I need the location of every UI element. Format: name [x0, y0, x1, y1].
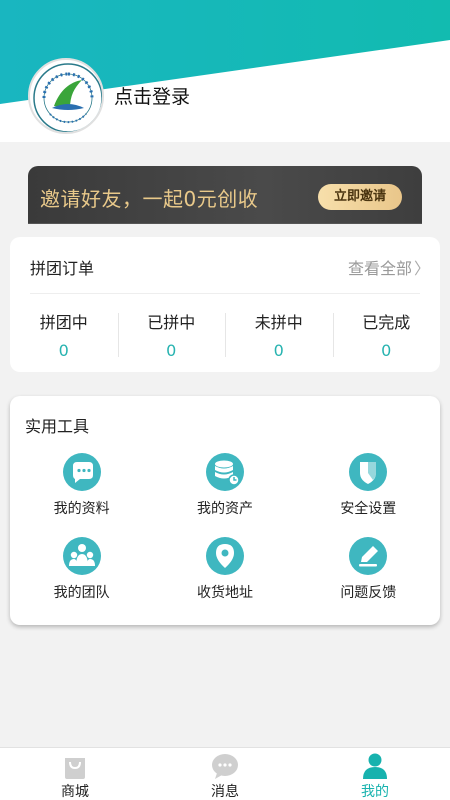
stat-count: 0: [381, 341, 392, 360]
stat-label: 拼团中: [39, 313, 88, 332]
view-all-label: 查看全部: [347, 259, 412, 278]
stat-won[interactable]: 已拼中 0: [117, 309, 226, 361]
tool-security-settings[interactable]: 安全设置: [297, 452, 440, 524]
tool-label: 我的资料: [53, 501, 110, 517]
chat-bubble-icon: [62, 453, 101, 491]
shield-icon: [349, 453, 388, 491]
database-icon: [205, 453, 244, 491]
orders-title: 拼团订单: [30, 259, 95, 278]
tool-shipping-address[interactable]: 收货地址: [153, 536, 296, 608]
tool-label: 我的资产: [196, 501, 253, 517]
tab-messages[interactable]: 消息: [150, 748, 300, 800]
shopping-bag-icon: [65, 758, 85, 779]
location-pin-icon: [205, 537, 244, 575]
invite-slogan: 邀请好友，一起0元创收: [40, 187, 259, 211]
tool-my-profile[interactable]: 我的资料: [10, 452, 153, 524]
stat-not-won[interactable]: 未拼中 0: [225, 309, 333, 361]
invite-banner[interactable]: 邀请好友，一起0元创收 立即邀请: [28, 166, 422, 224]
chevron-right-icon: 〉: [413, 259, 430, 278]
tool-my-team[interactable]: 我的团队: [10, 536, 153, 608]
stat-count: 0: [58, 341, 69, 360]
tab-mall[interactable]: 商城: [0, 748, 150, 800]
stat-label: 未拼中: [254, 313, 303, 332]
stat-label: 已拼中: [147, 313, 196, 332]
stat-count: 0: [166, 341, 177, 360]
tool-label: 收货地址: [196, 585, 253, 601]
user-icon: [363, 753, 387, 779]
view-all-link[interactable]: 查看全部〉: [348, 255, 430, 279]
stat-count: 0: [273, 341, 284, 360]
tab-label: 我的: [361, 784, 389, 800]
tab-label: 商城: [61, 784, 89, 800]
tools-grid: 我的资料 我的资产 安全设置 我的团队 收货地址 问题反馈: [10, 452, 440, 608]
stat-label: 已完成: [362, 313, 411, 332]
stat-grouping[interactable]: 拼团中 0: [10, 309, 118, 361]
team-icon: [62, 537, 101, 575]
message-icon: [212, 754, 238, 779]
tool-label: 安全设置: [340, 501, 397, 517]
bottom-tab-bar: 商城 消息 我的: [0, 747, 450, 800]
tool-my-assets[interactable]: 我的资产: [153, 452, 296, 524]
stat-completed[interactable]: 已完成 0: [332, 309, 441, 361]
edit-icon: [349, 537, 388, 575]
order-stats: 拼团中 0 已拼中 0 未拼中 0 已完成 0: [10, 309, 440, 361]
profile-header: 点击登录: [0, 0, 450, 142]
tools-title: 实用工具: [25, 417, 90, 436]
group-orders-card: 拼团订单 查看全部〉 拼团中 0 已拼中 0 未拼中 0 已完成 0: [10, 237, 440, 372]
tab-label: 消息: [211, 784, 239, 800]
login-link[interactable]: 点击登录: [114, 82, 190, 109]
tools-card: 实用工具 我的资料 我的资产 安全设置 我的团队 收货地址 问题反馈: [10, 396, 440, 625]
tool-feedback[interactable]: 问题反馈: [297, 536, 440, 608]
avatar[interactable]: [28, 58, 104, 134]
tool-label: 问题反馈: [340, 585, 397, 601]
tab-mine[interactable]: 我的: [300, 748, 450, 800]
tool-label: 我的团队: [53, 585, 110, 601]
divider: [30, 293, 420, 294]
invite-now-button[interactable]: 立即邀请: [318, 184, 402, 210]
